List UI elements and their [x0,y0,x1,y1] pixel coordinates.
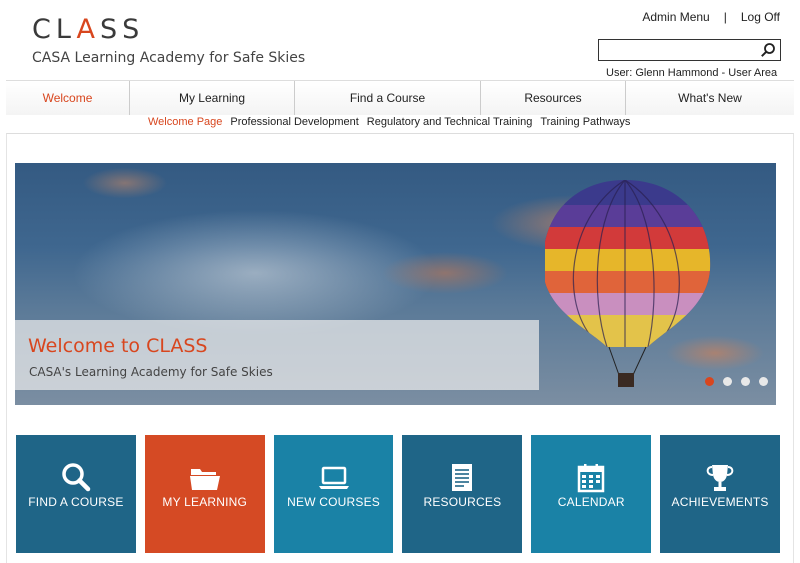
nav-item-welcome[interactable]: Welcome [6,81,130,115]
carousel-dot-4[interactable] [759,377,768,386]
calendar-icon [577,464,605,493]
nav-item-whats-new[interactable]: What's New [626,81,794,115]
carousel-dot-3[interactable] [741,377,750,386]
search-box [598,39,781,61]
sub-nav-regulatory-training[interactable]: Regulatory and Technical Training [367,116,533,128]
laptop-icon [318,466,349,489]
logo-text-prefix: CL [32,14,77,45]
tile-label: ACHIEVEMENTS [671,495,769,509]
tile-label: NEW COURSES [287,495,380,509]
logo-text-suffix: SS [100,14,145,45]
search-icon [62,463,91,492]
sub-nav-training-pathways[interactable]: Training Pathways [540,116,630,128]
calendar-tile[interactable]: CALENDAR [531,435,652,553]
log-off-link[interactable]: Log Off [741,10,780,24]
tile-label: MY LEARNING [162,495,248,509]
new-courses-tile[interactable]: NEW COURSES [273,435,394,553]
hero-caption: Welcome to CLASS CASA's Learning Academy… [15,320,539,390]
main-nav: Welcome My Learning Find a Course Resour… [6,80,794,115]
logo-text-accent: A [76,14,100,45]
tile-label: FIND A COURSE [28,495,124,509]
sub-nav: Welcome Page Professional Development Re… [148,116,630,128]
tile-label: RESOURCES [423,495,502,509]
carousel-dots [705,377,768,386]
find-a-course-tile[interactable]: FIND A COURSE [16,435,136,553]
search-input[interactable] [599,40,759,60]
class-logo[interactable]: CLASS [32,14,144,45]
site-tagline: CASA Learning Academy for Safe Skies [32,50,306,66]
top-links: Admin Menu | Log Off [642,10,780,24]
nav-item-find-a-course[interactable]: Find a Course [295,81,481,115]
nav-item-my-learning[interactable]: My Learning [130,81,295,115]
admin-menu-link[interactable]: Admin Menu [642,10,709,24]
magnifier-icon[interactable] [760,42,776,58]
user-info: User: Glenn Hammond - User Area [606,67,778,79]
tile-label: CALENDAR [557,495,625,509]
carousel-dot-2[interactable] [723,377,732,386]
folder-icon [189,469,220,490]
my-learning-tile[interactable]: MY LEARNING [144,435,265,553]
sub-nav-welcome-page[interactable]: Welcome Page [148,116,222,128]
nav-item-resources[interactable]: Resources [481,81,626,115]
achievements-tile[interactable]: ACHIEVEMENTS [660,435,780,553]
quick-link-tiles: FIND A COURSE MY LEARNING NEW COURSES RE… [16,435,780,553]
resources-tile[interactable]: RESOURCES [402,435,523,553]
hot-air-balloon-image [545,180,711,387]
hero-subtitle: CASA's Learning Academy for Safe Skies [29,365,273,379]
document-icon [452,464,473,491]
link-separator: | [723,10,727,24]
carousel-dot-1[interactable] [705,377,714,386]
hero-title: Welcome to CLASS [28,335,208,357]
hero-banner[interactable]: Welcome to CLASS CASA's Learning Academy… [15,163,776,405]
trophy-icon [706,465,734,491]
sub-nav-professional-development[interactable]: Professional Development [230,116,358,128]
